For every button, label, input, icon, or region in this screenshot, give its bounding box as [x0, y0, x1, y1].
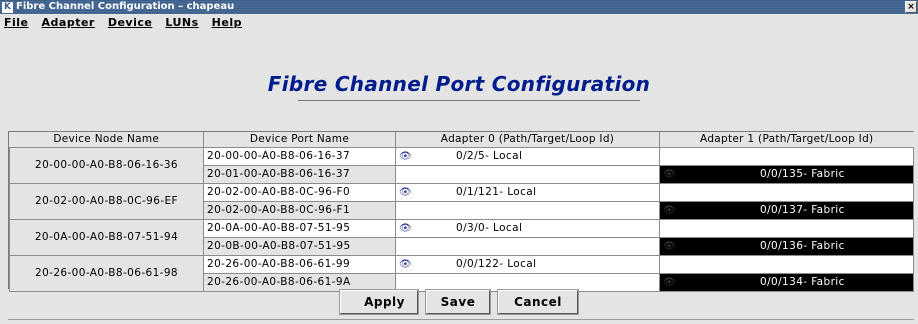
button-bar: Apply Save Cancel [0, 289, 918, 316]
divider [8, 319, 914, 320]
device-port-name[interactable]: 20-02-00-A0-B8-0C-96-F1 [203, 200, 396, 220]
col-header-adapter0[interactable]: Adapter 0 (Path/Target/Loop Id) [395, 132, 660, 148]
window-title: Fibre Channel Configuration – chapeau [16, 1, 235, 12]
adapter1-cell[interactable]: 👁 0/0/134- Fabric [659, 272, 914, 292]
adapter0-cell[interactable] [395, 236, 660, 256]
adapter1-cell[interactable] [659, 218, 914, 238]
adapter0-path: 0/3/0- Local [456, 221, 523, 234]
adapter1-path: 0/0/137- Fabric [760, 203, 845, 216]
adapter0-cell[interactable] [395, 164, 660, 184]
menu-help[interactable]: Help [212, 16, 242, 29]
menu-luns[interactable]: LUNs [165, 16, 198, 29]
eye-icon[interactable]: 👁 [399, 221, 413, 237]
col-header-adapter1[interactable]: Adapter 1 (Path/Target/Loop Id) [659, 132, 914, 148]
adapter0-cell[interactable] [395, 272, 660, 292]
apply-button[interactable]: Apply [339, 289, 419, 315]
adapter0-cell[interactable] [395, 200, 660, 220]
eye-icon[interactable]: 👁 [663, 203, 677, 219]
page-title: Fibre Channel Port Configuration [267, 72, 651, 96]
adapter0-path: 0/1/121- Local [456, 185, 537, 198]
eye-icon[interactable]: 👁 [399, 149, 413, 165]
save-button[interactable]: Save [425, 289, 491, 315]
table-row[interactable]: 20-00-00-A0-B8-06-16-36 20-00-00-A0-B8-06… [9, 146, 914, 184]
device-port-name[interactable]: 20-26-00-A0-B8-06-61-9A [203, 272, 396, 292]
adapter0-cell[interactable]: 👁 0/3/0- Local [395, 218, 660, 238]
eye-icon[interactable]: 👁 [399, 257, 413, 273]
adapter1-cell[interactable] [659, 182, 914, 202]
adapter1-cell[interactable]: 👁 0/0/137- Fabric [659, 200, 914, 220]
menu-device[interactable]: Device [108, 16, 153, 29]
adapter1-cell[interactable]: 👁 0/0/136- Fabric [659, 236, 914, 256]
device-node-name[interactable]: 20-26-00-A0-B8-06-61-98 [9, 254, 204, 292]
eye-icon[interactable]: 👁 [663, 167, 677, 183]
menu-file[interactable]: File [4, 16, 29, 29]
adapter0-cell[interactable]: 👁 0/0/122- Local [395, 254, 660, 274]
adapter1-path: 0/0/135- Fabric [760, 167, 845, 180]
eye-icon[interactable]: 👁 [663, 275, 677, 291]
close-icon[interactable]: × [905, 1, 917, 13]
title-underline [298, 100, 640, 101]
adapter1-cell[interactable]: 👁 0/0/135- Fabric [659, 164, 914, 184]
device-port-name[interactable]: 20-26-00-A0-B8-06-61-99 [203, 254, 396, 274]
table-body: 20-00-00-A0-B8-06-16-36 20-00-00-A0-B8-06… [9, 146, 914, 292]
table-row[interactable]: 20-26-00-A0-B8-06-61-98 20-26-00-A0-B8-06… [9, 254, 914, 292]
col-header-port[interactable]: Device Port Name [203, 132, 396, 148]
table-row[interactable]: 20-0A-00-A0-B8-07-51-94 20-0A-00-A0-B8-07… [9, 218, 914, 256]
window-titlebar[interactable]: K Fibre Channel Configuration – chapeau … [0, 0, 918, 14]
adapter1-cell[interactable] [659, 146, 914, 166]
adapter1-path: 0/0/134- Fabric [760, 275, 845, 288]
device-node-name[interactable]: 20-0A-00-A0-B8-07-51-94 [9, 218, 204, 256]
device-port-name[interactable]: 20-0A-00-A0-B8-07-51-95 [203, 218, 396, 238]
cancel-button[interactable]: Cancel [497, 289, 579, 315]
device-port-name[interactable]: 20-02-00-A0-B8-0C-96-F0 [203, 182, 396, 202]
port-config-table: Device Node Name Device Port Name Adapte… [8, 131, 914, 292]
table-row[interactable]: 20-02-00-A0-B8-0C-96-EF 20-02-00-A0-B8-0C… [9, 182, 914, 220]
adapter0-cell[interactable]: 👁 0/2/5- Local [395, 146, 660, 166]
eye-icon[interactable]: 👁 [399, 185, 413, 201]
adapter0-path: 0/2/5- Local [456, 149, 523, 162]
menu-adapter[interactable]: Adapter [42, 16, 95, 29]
device-port-name[interactable]: 20-00-00-A0-B8-06-16-37 [203, 146, 396, 166]
adapter0-cell[interactable]: 👁 0/1/121- Local [395, 182, 660, 202]
col-header-node[interactable]: Device Node Name [9, 132, 204, 148]
device-port-name[interactable]: 20-01-00-A0-B8-06-16-37 [203, 164, 396, 184]
device-node-name[interactable]: 20-02-00-A0-B8-0C-96-EF [9, 182, 204, 220]
eye-icon[interactable]: 👁 [663, 239, 677, 255]
adapter1-path: 0/0/136- Fabric [760, 239, 845, 252]
device-port-name[interactable]: 20-0B-00-A0-B8-07-51-95 [203, 236, 396, 256]
adapter1-cell[interactable] [659, 254, 914, 274]
app-icon: K [2, 1, 13, 13]
device-node-name[interactable]: 20-00-00-A0-B8-06-16-36 [9, 146, 204, 184]
adapter0-path: 0/0/122- Local [456, 257, 537, 270]
menu-bar: File Adapter Device LUNs Help [0, 14, 918, 31]
